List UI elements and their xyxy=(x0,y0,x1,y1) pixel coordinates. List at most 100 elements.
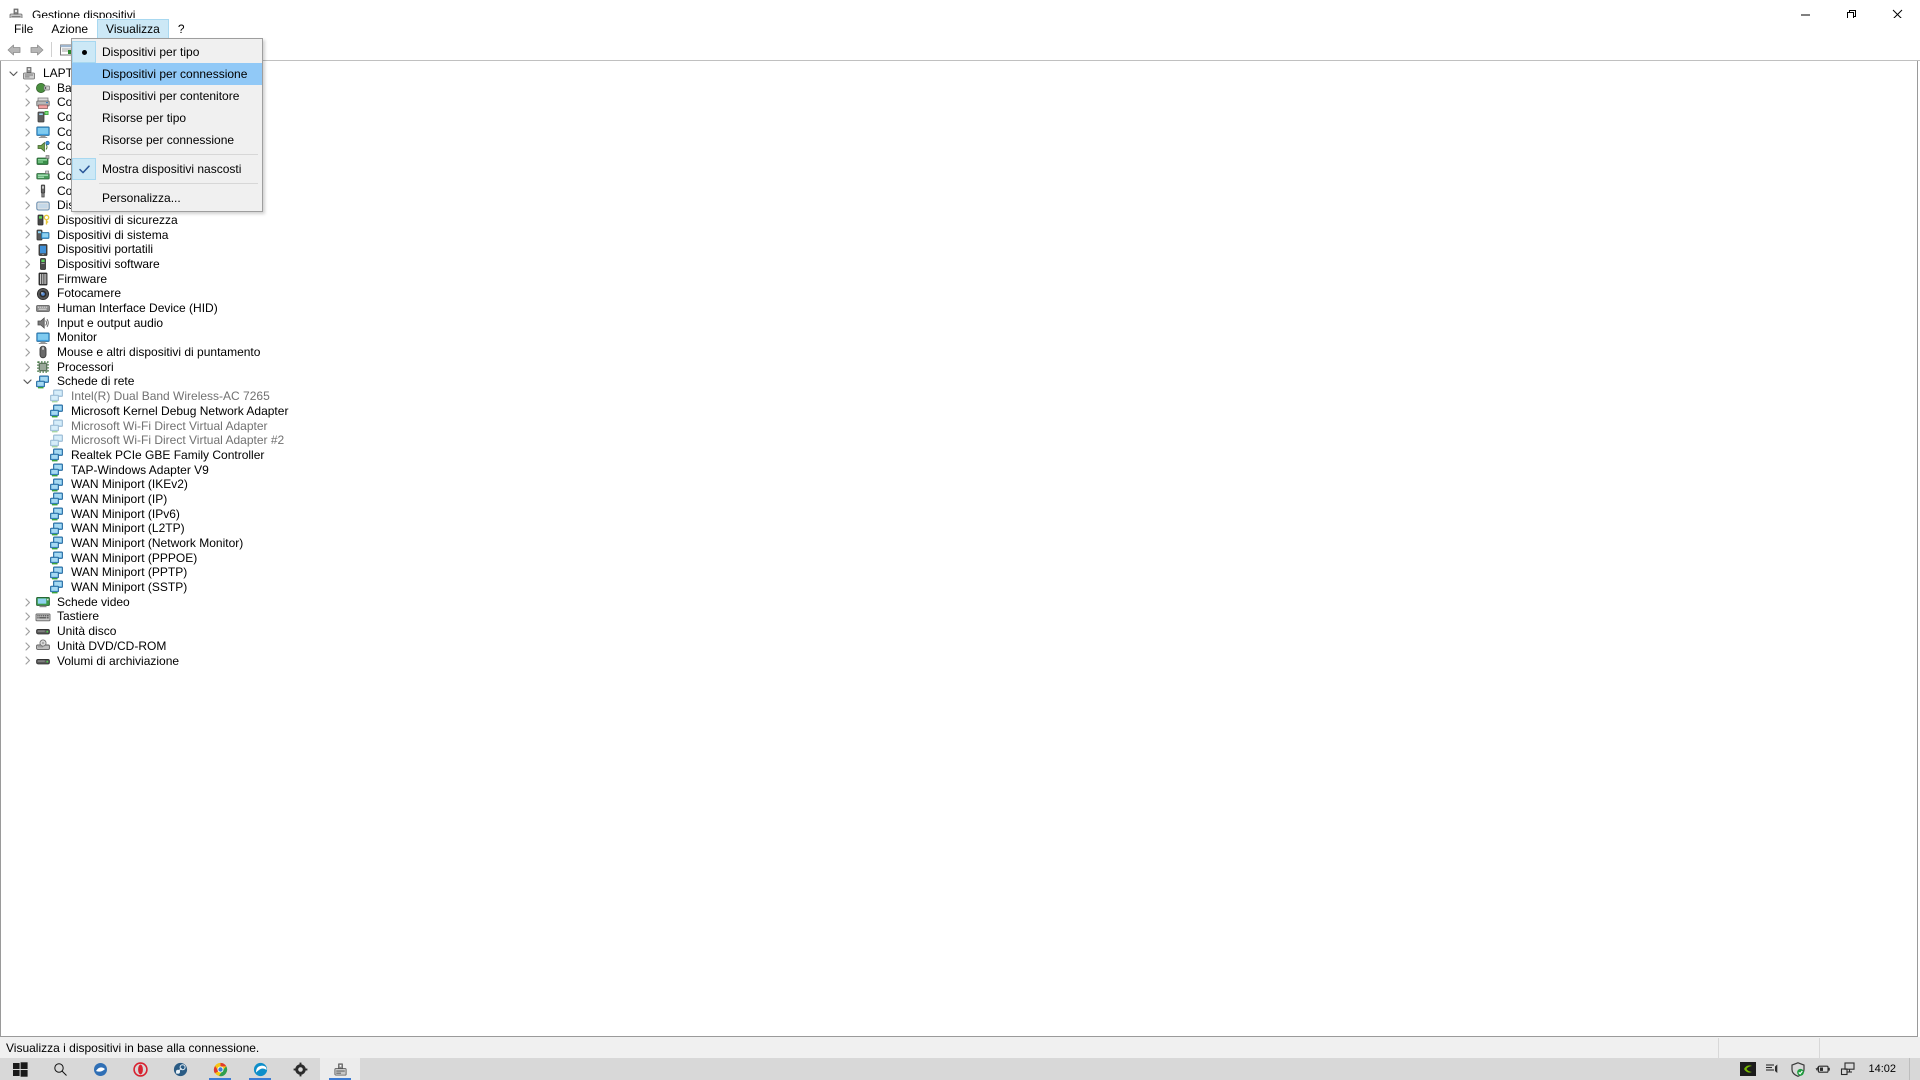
tree-row[interactable]: Processori xyxy=(1,360,1917,375)
menu-option[interactable]: Dispositivi per tipo xyxy=(72,41,262,63)
settings-button[interactable] xyxy=(280,1058,320,1080)
chevron-right-icon[interactable] xyxy=(19,83,35,93)
tree-row[interactable]: Tastiere xyxy=(1,609,1917,624)
battery-tray-icon[interactable] xyxy=(1814,1060,1832,1078)
tree-row[interactable]: Monitor xyxy=(1,330,1917,345)
menu-option[interactable]: Risorse per connessione xyxy=(72,129,262,151)
chevron-right-icon[interactable] xyxy=(19,127,35,137)
chevron-right-icon[interactable] xyxy=(19,186,35,195)
chevron-right-icon[interactable] xyxy=(19,627,35,636)
forward-button[interactable] xyxy=(25,40,47,60)
chevron-right-icon[interactable] xyxy=(19,362,35,372)
tree-row[interactable]: Dispositivi di sistema xyxy=(1,228,1917,243)
tree-row[interactable]: Dispositivi software xyxy=(1,257,1917,272)
chevron-right-icon[interactable] xyxy=(19,157,35,166)
tree-row[interactable]: Volumi di archiviazione xyxy=(1,654,1917,669)
tree-row[interactable]: Realtek PCIe GBE Family Controller xyxy=(1,448,1917,463)
security-tray-icon[interactable] xyxy=(1789,1060,1807,1078)
tree-row[interactable]: Code di stampa xyxy=(1,95,1917,110)
opera-button[interactable] xyxy=(120,1058,160,1080)
tree-row[interactable]: Batterie xyxy=(1,81,1917,96)
device-tree-pane[interactable]: LAPTOPBatterieCode di stampaComputerComp… xyxy=(0,61,1918,1037)
chevron-right-icon[interactable] xyxy=(19,245,35,254)
menu-file[interactable]: File xyxy=(5,19,42,40)
chevron-right-icon[interactable] xyxy=(19,201,35,210)
tree-row[interactable]: Controller host IEEE 1394 xyxy=(1,154,1917,169)
speaker-icon xyxy=(35,315,51,331)
tree-row[interactable]: Unità DVD/CD-ROM xyxy=(1,639,1917,654)
tree-row[interactable]: Unità disco xyxy=(1,624,1917,639)
tree-row[interactable]: Controller audio, video e giochi xyxy=(1,139,1917,154)
tree-row[interactable]: WAN Miniport (PPTP) xyxy=(1,565,1917,580)
chevron-right-icon[interactable] xyxy=(19,230,35,240)
search-button[interactable] xyxy=(40,1058,80,1080)
back-button[interactable] xyxy=(3,40,25,60)
menu-option[interactable]: Personalizza... xyxy=(72,187,262,209)
menu-option-label: Risorse per connessione xyxy=(102,133,235,147)
menu-help[interactable]: ? xyxy=(169,19,194,40)
chevron-right-icon[interactable] xyxy=(19,142,35,151)
tree-row[interactable]: WAN Miniport (SSTP) xyxy=(1,580,1917,595)
tree-row[interactable]: WAN Miniport (PPPOE) xyxy=(1,551,1917,566)
tree-row[interactable]: Controller IDE ATA/ATAPI xyxy=(1,169,1917,184)
start-button[interactable] xyxy=(0,1058,40,1080)
network-tray-icon[interactable] xyxy=(1839,1060,1857,1078)
chevron-down-icon[interactable] xyxy=(5,69,21,78)
chevron-right-icon[interactable] xyxy=(19,348,35,357)
menu-option[interactable]: Mostra dispositivi nascosti xyxy=(72,158,262,180)
tree-row[interactable]: Dispositivi delle tecnologie di memoria xyxy=(1,198,1917,213)
chevron-right-icon[interactable] xyxy=(19,172,35,181)
chevron-right-icon[interactable] xyxy=(19,304,35,313)
chevron-right-icon[interactable] xyxy=(19,318,35,328)
chevron-right-icon[interactable] xyxy=(19,642,35,651)
tree-row[interactable]: Schede di rete xyxy=(1,374,1917,389)
tree-row[interactable]: WAN Miniport (IPv6) xyxy=(1,507,1917,522)
tree-row[interactable]: Fotocamere xyxy=(1,286,1917,301)
volume-tray-icon[interactable] xyxy=(1764,1060,1782,1078)
tree-row[interactable]: Computer xyxy=(1,110,1917,125)
tree-row[interactable]: Microsoft Wi-Fi Direct Virtual Adapter #… xyxy=(1,433,1917,448)
taskview-button[interactable] xyxy=(80,1058,120,1080)
chevron-right-icon[interactable] xyxy=(19,597,35,607)
chevron-right-icon[interactable] xyxy=(19,333,35,342)
chevron-right-icon[interactable] xyxy=(19,260,35,269)
tree-row[interactable]: Controller USB (Universal Serial Bus) xyxy=(1,184,1917,199)
menu-option[interactable]: Risorse per tipo xyxy=(72,107,262,129)
chevron-right-icon[interactable] xyxy=(19,113,35,122)
menu-option[interactable]: Dispositivi per contenitore xyxy=(72,85,262,107)
tree-row[interactable]: Intel(R) Dual Band Wireless-AC 7265 xyxy=(1,389,1917,404)
device-manager-button[interactable] xyxy=(320,1058,360,1080)
tree-row[interactable]: Firmware xyxy=(1,272,1917,287)
tree-row[interactable]: WAN Miniport (IP) xyxy=(1,492,1917,507)
tree-row[interactable]: WAN Miniport (L2TP) xyxy=(1,521,1917,536)
chevron-right-icon[interactable] xyxy=(19,274,35,284)
tree-row[interactable]: Dispositivi di sicurezza xyxy=(1,213,1917,228)
tree-row[interactable]: Microsoft Kernel Debug Network Adapter xyxy=(1,404,1917,419)
tree-row[interactable]: WAN Miniport (Network Monitor) xyxy=(1,536,1917,551)
chevron-right-icon[interactable] xyxy=(19,289,35,298)
tree-row[interactable]: Human Interface Device (HID) xyxy=(1,301,1917,316)
menu-visualizza[interactable]: Visualizza xyxy=(97,18,169,40)
chevron-down-icon[interactable] xyxy=(19,377,35,386)
chrome-button[interactable] xyxy=(200,1058,240,1080)
chevron-right-icon[interactable] xyxy=(19,656,35,665)
tree-row[interactable]: TAP-Windows Adapter V9 xyxy=(1,463,1917,478)
tree-row[interactable]: Input e output audio xyxy=(1,316,1917,331)
taskbar-clock[interactable]: 14:02 xyxy=(1864,1058,1902,1080)
tree-row[interactable]: Dispositivi portatili xyxy=(1,242,1917,257)
edge-button[interactable] xyxy=(240,1058,280,1080)
tree-row[interactable]: WAN Miniport (IKEv2) xyxy=(1,477,1917,492)
steam-button[interactable] xyxy=(160,1058,200,1080)
tree-row[interactable]: LAPTOP xyxy=(1,66,1917,81)
chevron-right-icon[interactable] xyxy=(19,612,35,621)
show-desktop-button[interactable] xyxy=(1909,1058,1916,1080)
tree-row[interactable]: Microsoft Wi-Fi Direct Virtual Adapter xyxy=(1,419,1917,434)
chevron-right-icon[interactable] xyxy=(19,216,35,225)
chevron-right-icon[interactable] xyxy=(19,98,35,107)
tree-row[interactable]: Mouse e altri dispositivi di puntamento xyxy=(1,345,1917,360)
menu-option[interactable]: Dispositivi per connessione xyxy=(72,63,262,85)
tree-row[interactable]: Schede video xyxy=(1,595,1917,610)
nvidia-tray-icon[interactable] xyxy=(1739,1060,1757,1078)
tree-row[interactable]: Computer xyxy=(1,125,1917,140)
menu-azione[interactable]: Azione xyxy=(42,19,97,40)
